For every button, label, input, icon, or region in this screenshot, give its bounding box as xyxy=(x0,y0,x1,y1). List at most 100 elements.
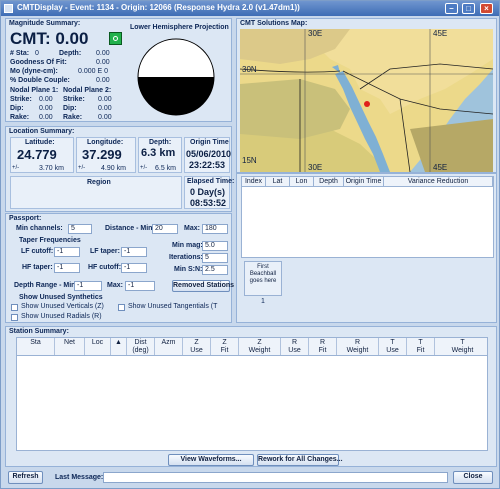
unused-tangentials-checkbox[interactable] xyxy=(118,304,125,311)
stat-value: 0 xyxy=(35,50,39,57)
min-sn-input[interactable]: 2.5 xyxy=(202,265,228,275)
station-col-header[interactable]: R Fit xyxy=(309,338,337,355)
min-channels-input[interactable]: 5 xyxy=(68,224,92,234)
hf-taper-input[interactable]: -1 xyxy=(54,263,80,273)
station-col-header[interactable]: T Fit xyxy=(407,338,435,355)
loc-depth-value: 6.3 km xyxy=(141,147,176,159)
title-bar: CMTDisplay - Event: 1134 - Origin: 12066… xyxy=(1,1,499,16)
station-col-header[interactable]: Z Fit xyxy=(211,338,239,355)
lf-cutoff-input[interactable]: -1 xyxy=(54,247,80,257)
solutions-col-header[interactable]: Lon xyxy=(290,177,314,186)
depth-range-max-input[interactable]: -1 xyxy=(125,281,155,291)
close-button[interactable]: Close xyxy=(453,471,493,484)
station-col-header[interactable]: Z Weight xyxy=(239,338,281,355)
station-table[interactable]: Sta Net Loc ▲ Dist (deg) Azm Z Use Z Fit Z Weight R Us… xyxy=(16,337,488,451)
np2-dip-label: Dip: xyxy=(63,105,77,112)
hf-cutoff-input[interactable]: -1 xyxy=(121,263,147,273)
iterations-input[interactable]: 5 xyxy=(202,253,228,263)
latitude-box: Latitude: 24.779 +/- 3.70 km xyxy=(10,137,74,173)
np2-rake-value: 0.00 xyxy=(98,114,112,121)
station-col-header-line1: T xyxy=(460,339,465,346)
map-title: CMT Solutions Map: xyxy=(240,20,308,27)
station-col-header[interactable]: Azm xyxy=(155,338,183,355)
station-col-header-line2: Fit xyxy=(318,347,327,354)
unused-verticals-checkbox[interactable] xyxy=(11,304,18,311)
origin-date: 05/06/2010 xyxy=(186,149,232,159)
station-col-header-line1: Z xyxy=(257,339,262,346)
double-couple-label: % Double Couple: xyxy=(10,77,70,84)
solutions-col-header[interactable]: Depth xyxy=(314,177,344,186)
origin-time: 23:22:53 xyxy=(189,160,226,170)
depth-box: Depth: 6.3 km +/- 6.5 km xyxy=(138,137,182,173)
solutions-table[interactable]: Index Lat Lon Depth Origin Time Variance Redu… xyxy=(241,176,494,258)
min-mag-label: Min mag: xyxy=(172,242,203,249)
map-label-30n: 30N xyxy=(242,65,257,74)
first-beachball-placeholder: First Beachball goes here xyxy=(244,261,282,296)
min-channels-label: Min channels: xyxy=(16,225,63,232)
depth-range-min-input[interactable]: -1 xyxy=(74,281,102,291)
hf-taper-label: HF taper: xyxy=(22,264,53,271)
map-label-30e-bottom: 30E xyxy=(308,163,322,172)
np2-rake-label: Rake: xyxy=(63,114,83,121)
app-window: CMTDisplay - Event: 1134 - Origin: 12066… xyxy=(0,0,500,489)
lf-cutoff-label: LF cutoff: xyxy=(21,248,54,255)
mo-value: 0.000 E 0 xyxy=(78,68,108,75)
np1-strike-label: Strike: xyxy=(10,96,32,103)
station-col-header[interactable]: Z Use xyxy=(183,338,211,355)
station-col-header[interactable]: Loc xyxy=(85,338,111,355)
station-col-header[interactable]: R Use xyxy=(281,338,309,355)
latitude-value: 24.779 xyxy=(17,147,57,162)
lf-taper-label: LF taper: xyxy=(90,248,120,255)
station-col-header-line1: R xyxy=(319,339,326,346)
station-col-header-line2: (deg) xyxy=(132,347,149,354)
minimize-button[interactable]: – xyxy=(445,3,458,14)
origin-time-label: Origin Time xyxy=(190,139,229,146)
np1-rake-label: Rake: xyxy=(10,114,30,121)
beachball-index: 1 xyxy=(261,298,265,305)
distance-min-input[interactable]: 20 xyxy=(152,224,178,234)
solutions-map[interactable]: 30E 45E 30N 15N 30E 45E xyxy=(240,29,493,172)
solutions-col-header[interactable]: Origin Time xyxy=(344,177,384,186)
station-col-header[interactable]: Sta xyxy=(17,338,55,355)
depth-label: Depth: xyxy=(59,50,82,57)
depth-error: 6.5 km xyxy=(155,165,177,172)
map-label-15n: 15N xyxy=(242,156,257,165)
distance-max-input[interactable]: 180 xyxy=(202,224,228,234)
station-col-header[interactable]: T Weight xyxy=(435,338,487,355)
station-summary-title: Station Summary: xyxy=(9,328,69,335)
refresh-button[interactable]: Refresh xyxy=(8,471,43,484)
station-col-header-line1: Z xyxy=(194,339,199,346)
loc-depth-label: Depth: xyxy=(149,139,172,146)
close-window-button[interactable]: × xyxy=(480,3,493,14)
min-sn-label: Min S:N: xyxy=(174,266,203,273)
map-label-30e-top: 30E xyxy=(308,29,322,38)
distance-min-label: Distance - Min: xyxy=(105,225,155,232)
latitude-error: 3.70 km xyxy=(39,165,64,172)
min-mag-input[interactable]: 5.0 xyxy=(202,241,228,251)
station-col-header[interactable]: T Use xyxy=(379,338,407,355)
solutions-col-header[interactable]: Variance Reduction xyxy=(384,177,493,186)
station-col-header-line2: Use xyxy=(190,347,203,354)
location-summary-title: Location Summary: xyxy=(9,128,75,135)
view-waveforms-button[interactable]: View Waveforms... xyxy=(168,454,254,466)
station-col-header-line2: Weight xyxy=(248,347,271,354)
lf-taper-input[interactable]: -1 xyxy=(121,247,147,257)
origin-time-box: Origin Time 05/06/2010 23:22:53 xyxy=(184,137,232,173)
unused-radials-checkbox[interactable] xyxy=(11,314,18,321)
station-col-header[interactable]: R Weight xyxy=(337,338,379,355)
station-col-header-line2: Weight xyxy=(451,347,474,354)
region-label: Region xyxy=(87,179,111,186)
solutions-col-header[interactable]: Index xyxy=(242,177,266,186)
solutions-col-header[interactable]: Lat xyxy=(266,177,290,186)
goodness-value: 0.00 xyxy=(96,59,110,66)
station-col-header[interactable]: Dist (deg) xyxy=(127,338,155,355)
maximize-button[interactable]: □ xyxy=(462,3,475,14)
removed-stations-button[interactable]: Removed Stations xyxy=(172,280,234,292)
nodal-plane-2-title: Nodal Plane 2: xyxy=(63,87,112,94)
hf-cutoff-label: HF cutoff: xyxy=(88,264,122,271)
longitude-box: Longitude: 37.299 +/- 4.90 km xyxy=(76,137,136,173)
beachball-projection xyxy=(137,38,215,116)
station-col-header[interactable]: ▲ xyxy=(111,338,127,355)
rework-button[interactable]: Rework for All Changes... xyxy=(257,454,343,466)
station-col-header[interactable]: Net xyxy=(55,338,85,355)
